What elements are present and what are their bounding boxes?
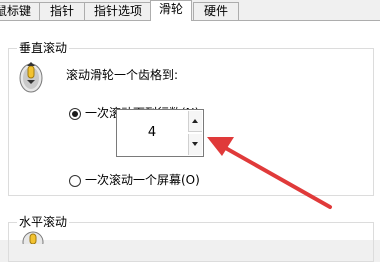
tab-pointers[interactable]: 指针 [39, 2, 85, 20]
scroll-description: 滚动滑轮一个齿格到: [66, 68, 179, 82]
tab-label: 滑轮 [158, 2, 183, 16]
triangle-up-icon [192, 119, 198, 123]
tab-pointer-options[interactable]: 指针选项 [84, 2, 152, 20]
tab-hardware[interactable]: 硬件 [193, 2, 239, 20]
spin-up-button[interactable] [188, 111, 202, 132]
tab-label: 指针 [49, 4, 74, 18]
tab-label: 指针选项 [93, 4, 142, 18]
radio-scroll-screen[interactable] [69, 175, 81, 187]
lines-value[interactable]: 4 [117, 110, 187, 156]
tab-mouse-buttons[interactable]: 鼠标键 [0, 2, 40, 20]
tab-wheel[interactable]: 滑轮 [150, 0, 192, 21]
horizontal-scroll-title: 水平滚动 [17, 214, 70, 230]
tab-label: 鼠标键 [0, 4, 31, 18]
vertical-scroll-title: 垂直滚动 [17, 40, 70, 56]
radio-scroll-lines[interactable] [69, 108, 81, 120]
tab-bar: 鼠标键 指针 指针选项 滑轮 硬件 [0, 0, 380, 21]
horizontal-scroll-group: 水平滚动 [8, 214, 374, 262]
lines-spinner[interactable]: 4 [116, 109, 204, 157]
spin-down-button[interactable] [188, 134, 202, 155]
mouse-wheel-icon [19, 62, 43, 93]
mouse-wheel-icon [22, 231, 44, 244]
triangle-down-icon [192, 142, 198, 146]
tab-label: 硬件 [203, 4, 228, 18]
radio-scroll-screen-label[interactable]: 一次滚动一个屏幕(O) [85, 172, 200, 188]
